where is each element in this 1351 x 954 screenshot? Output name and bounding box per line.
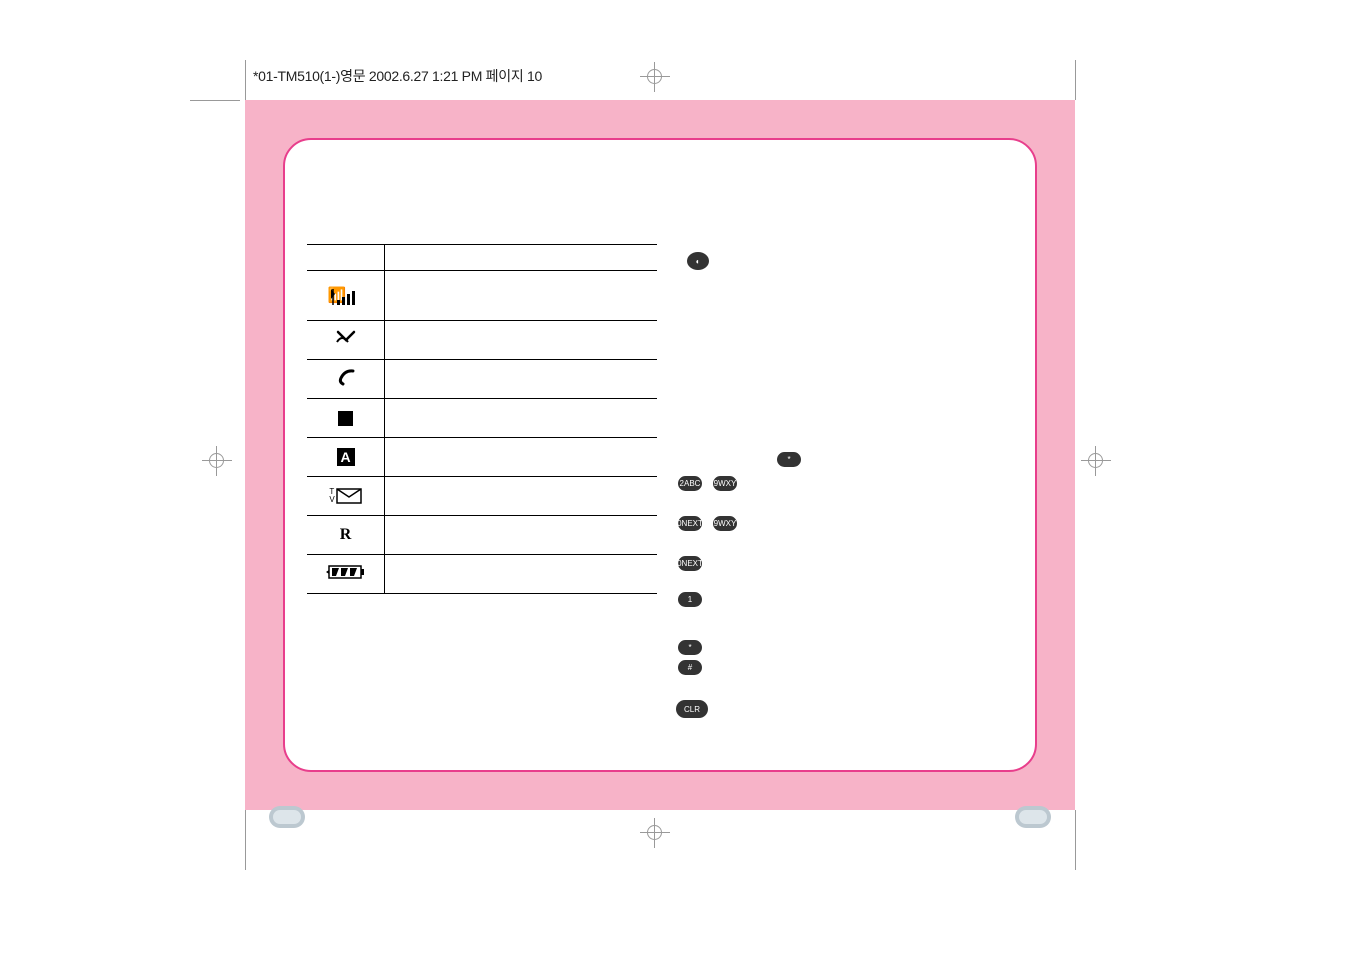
message-icon: TV [329,488,361,504]
letter-a-icon: A [337,448,355,466]
crop-mark [190,100,240,101]
registration-mark-icon [206,450,228,472]
key-2-icon: 2ABC [678,476,702,491]
registration-mark-icon [644,822,666,844]
row-description [385,321,657,359]
star-key-icon: * [777,452,801,467]
row-description [385,360,657,398]
page-background: 📶 [245,100,1075,810]
page-number-tab-right [1015,806,1051,828]
table-row: R [307,516,657,555]
roaming-r-icon: R [340,526,352,544]
table-row: 📶 [307,271,657,321]
row-description [385,477,657,515]
stop-square-icon [338,411,353,426]
crop-mark [1075,810,1076,870]
crop-mark [245,810,246,870]
key-0-icon: 0NEXT [678,556,702,571]
soft-key-icon: ◐ [687,252,709,270]
crop-mark [1075,60,1076,100]
battery-level-icon [326,564,366,585]
no-service-icon [334,328,358,353]
in-use-icon [335,368,357,391]
key-9-icon: 9WXY [713,476,737,491]
clr-key-icon: CLR [676,700,708,718]
table-header-icons [307,245,385,270]
table-row: A [307,438,657,477]
row-description [385,399,657,437]
row-description [385,555,657,593]
star-key-icon: * [678,640,702,655]
table-header-desc [385,245,657,270]
hash-key-icon: # [678,660,702,675]
crop-mark [245,60,246,100]
row-description [385,516,657,554]
table-header-row [307,245,657,271]
key-0-icon: 0NEXT [678,516,702,531]
page-number-tab-left [269,806,305,828]
registration-mark-icon [1085,450,1107,472]
table-row [307,399,657,438]
document-header-line: *01-TM510(1-)영문 2002.6.27 1:21 PM 페이지 10 [253,66,542,86]
row-description [385,438,657,476]
table-row: TV [307,477,657,516]
table-row [307,321,657,360]
content-panel: 📶 [283,138,1037,772]
icon-description-table: 📶 [307,244,657,594]
key-9-icon: 9WXY [713,516,737,531]
key-1-icon: 1 [678,592,702,607]
row-description [385,271,657,320]
registration-mark-icon [644,66,666,88]
table-row [307,555,657,594]
table-row [307,360,657,399]
